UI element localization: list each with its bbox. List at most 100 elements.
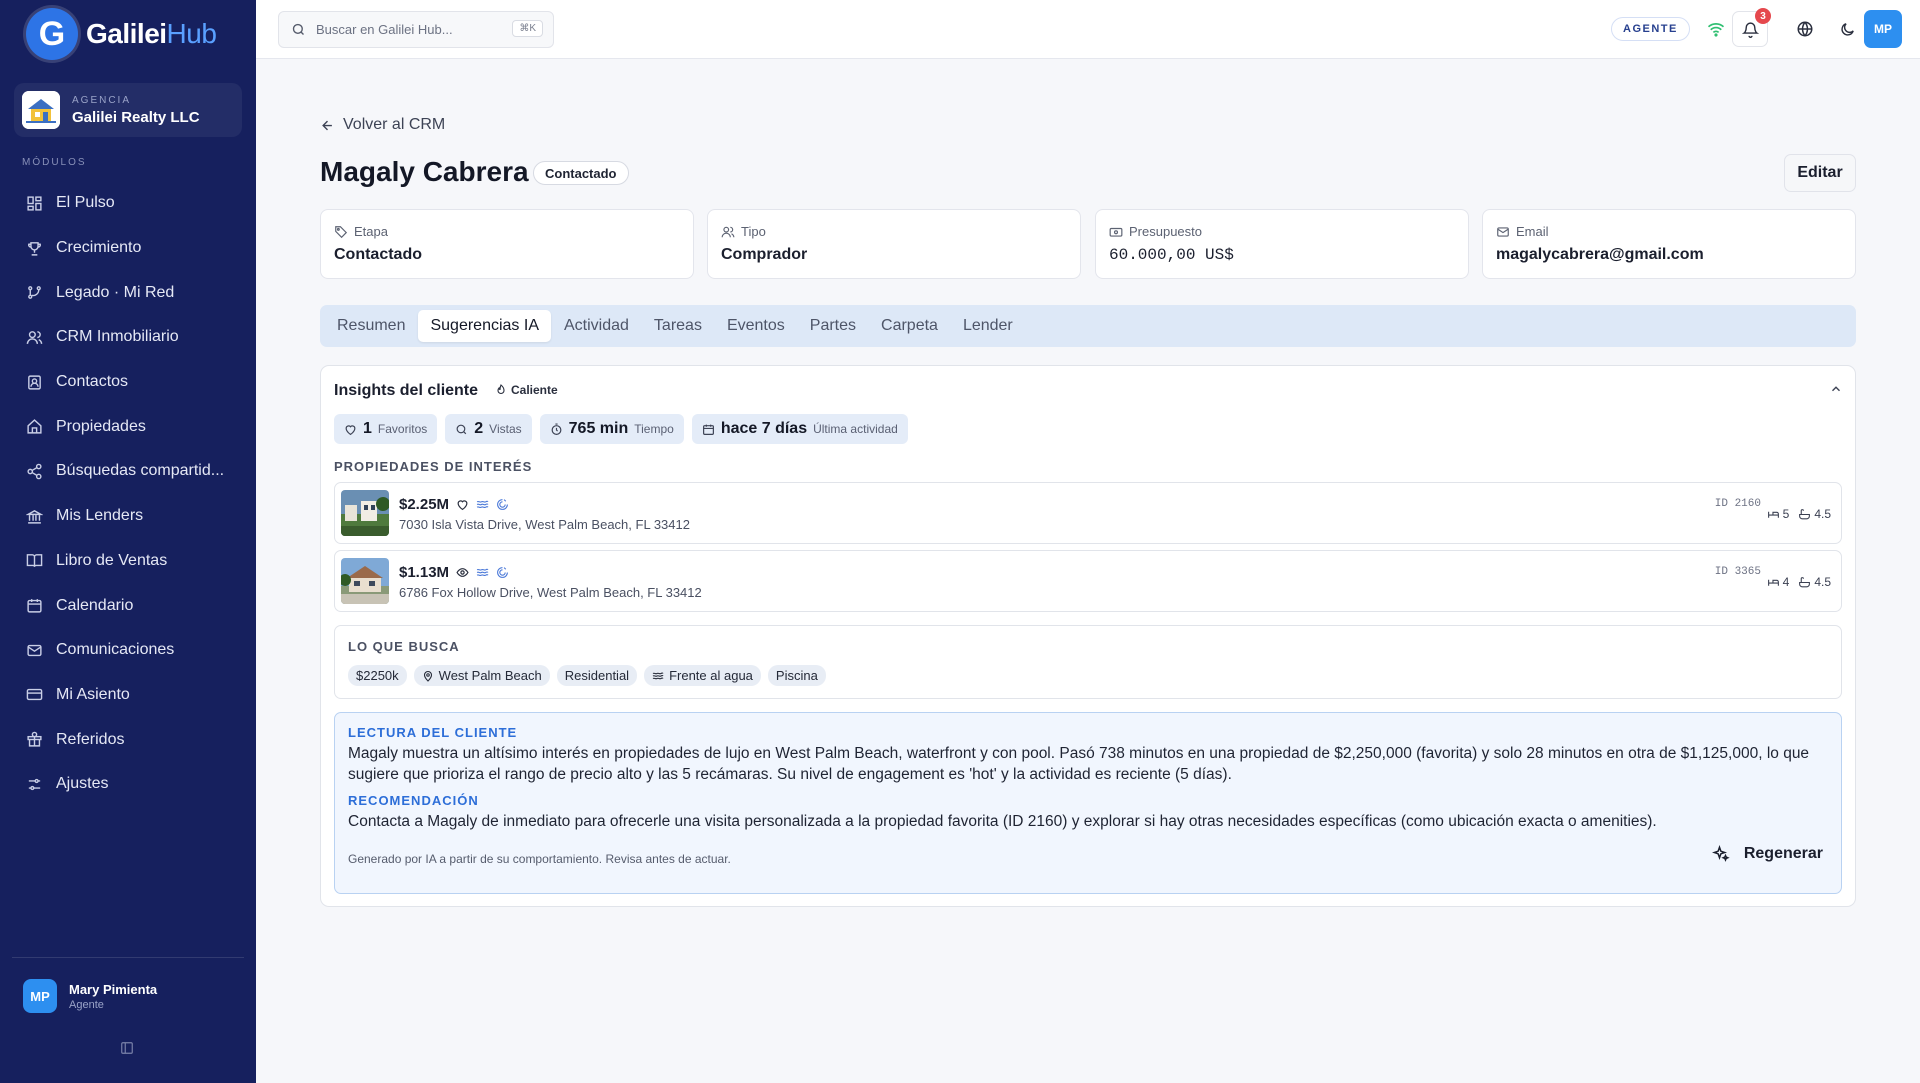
tab-eventos[interactable]: Eventos — [715, 310, 797, 342]
tab-carpeta[interactable]: Carpeta — [869, 310, 950, 342]
mail-icon — [1497, 226, 1509, 237]
sidebar-item-label: Búsquedas compartid... — [56, 462, 225, 480]
sidebar-item-el-pulso[interactable]: El Pulso — [14, 181, 242, 226]
collapse-card-icon[interactable] — [1829, 382, 1843, 396]
kpi-value[interactable]: magalycabrera@gmail.com — [1496, 246, 1842, 264]
reading-caption: LECTURA DEL CLIENTE — [348, 725, 518, 740]
eye-icon — [456, 568, 469, 577]
sidebar-item-lenders[interactable]: Mis Lenders — [14, 494, 242, 539]
calendar-icon — [27, 599, 42, 613]
agency-switcher[interactable]: AGENCIA Galilei Realty LLC — [14, 83, 242, 137]
insight-stats: 1 Favoritos 2 Vistas 765 min Tiempo hace 7 … — [334, 414, 916, 444]
user-profile[interactable]: MP Mary Pimienta Agente — [23, 979, 157, 1013]
chip-pool: Piscina — [767, 665, 826, 686]
sidebar-item-calendario[interactable]: Calendario — [14, 583, 242, 628]
temperature-badge: Caliente — [495, 383, 558, 397]
sidebar-item-crm[interactable]: CRM Inmobiliario — [14, 315, 242, 360]
property-specs: 4 4.5 — [1767, 575, 1831, 589]
sidebar-item-referidos[interactable]: Referidos — [14, 717, 242, 762]
ai-disclaimer: Generado por IA a partir de su comportam… — [348, 852, 731, 866]
sidebar-item-label: Contactos — [56, 373, 129, 391]
sidebar-item-label: Referidos — [56, 730, 125, 748]
sidebar-item-label: Mi Asiento — [56, 685, 130, 703]
stat-vistas: 2 Vistas — [445, 414, 532, 444]
sidebar-divider — [12, 957, 244, 958]
property-row[interactable]: $2.25M 7030 Isla Vista Drive, West Palm … — [334, 482, 1842, 544]
pool-icon — [497, 567, 508, 578]
sidebar-item-legado[interactable]: Legado · Mi Red — [14, 270, 242, 315]
calendar-icon — [702, 424, 714, 435]
sidebar-item-label: Propiedades — [56, 417, 146, 435]
seeks-caption: LO QUE BUSCA — [348, 639, 460, 654]
tab-bar: Resumen Sugerencias IA Actividad Tareas … — [320, 305, 1856, 347]
sidebar-item-label: Crecimiento — [56, 239, 142, 257]
edit-button[interactable]: Editar — [1784, 154, 1856, 192]
stat-tiempo: 765 min Tiempo — [539, 414, 684, 444]
sidebar-item-label: Ajustes — [56, 775, 109, 793]
property-row[interactable]: $1.13M 6786 Fox Hollow Drive, West Palm … — [334, 550, 1842, 612]
tab-resumen[interactable]: Resumen — [325, 310, 417, 342]
mail-icon — [27, 644, 42, 656]
property-thumbnail — [341, 490, 389, 536]
collapse-sidebar-icon[interactable] — [120, 1041, 134, 1055]
bath-icon — [1799, 576, 1811, 587]
kpi-tipo: Tipo Comprador — [707, 209, 1081, 279]
timer-icon — [551, 422, 562, 435]
kpi-value: Contactado — [334, 246, 422, 263]
tab-partes[interactable]: Partes — [798, 310, 868, 342]
kpi-value: Comprador — [721, 246, 808, 263]
chip-budget: $2250k — [348, 665, 407, 686]
search-shortcut: ⌘K — [512, 20, 543, 37]
regenerate-button[interactable]: Regenerar — [1711, 845, 1823, 863]
tab-tareas[interactable]: Tareas — [642, 310, 714, 342]
sidebar-item-ajustes[interactable]: Ajustes — [14, 762, 242, 807]
search-input[interactable]: Buscar en Galilei Hub... ⌘K — [278, 11, 554, 48]
tab-sugerencias-ia[interactable]: Sugerencias IA — [418, 310, 551, 342]
seeks-panel: LO QUE BUSCA $2250k West Palm Beach Resi… — [334, 625, 1842, 699]
property-id: ID 2160 — [1714, 498, 1761, 510]
tab-actividad[interactable]: Actividad — [552, 310, 641, 342]
properties-caption: PROPIEDADES DE INTERÉS — [334, 459, 533, 474]
dark-mode-icon[interactable] — [1835, 17, 1859, 41]
ai-insight-panel: LECTURA DEL CLIENTE Magaly muestra un al… — [334, 712, 1842, 894]
user-name: Mary Pimienta — [69, 981, 158, 997]
globe-icon[interactable] — [1793, 17, 1817, 41]
sidebar-item-libro-ventas[interactable]: Libro de Ventas — [14, 539, 242, 584]
sliders-icon — [28, 778, 41, 790]
sidebar-item-busquedas[interactable]: Búsquedas compartid... — [14, 449, 242, 494]
sidebar-nav: El Pulso Crecimiento Legado · Mi Red CRM… — [14, 181, 242, 807]
property-specs: 5 4.5 — [1767, 507, 1831, 521]
agency-caption: AGENCIA — [72, 94, 132, 106]
back-to-crm-link[interactable]: Volver al CRM — [320, 116, 445, 134]
topbar-avatar[interactable]: MP — [1864, 10, 1902, 48]
sidebar-item-label: CRM Inmobiliario — [56, 328, 179, 346]
bed-icon — [1767, 511, 1779, 518]
search-placeholder: Buscar en Galilei Hub... — [316, 22, 453, 37]
heart-icon — [457, 500, 468, 511]
property-id: ID 3365 — [1714, 566, 1761, 578]
sparkles-icon — [1711, 845, 1730, 862]
bank-icon — [26, 509, 43, 524]
sidebar-item-propiedades[interactable]: Propiedades — [14, 404, 242, 449]
role-badge: AGENTE — [1611, 17, 1690, 41]
client-insights-card: Insights del cliente Caliente 1 Favoritos… — [320, 365, 1856, 907]
map-pin-icon — [423, 670, 432, 682]
status-badge: Contactado — [533, 161, 629, 185]
sidebar: G GalileiHub AGENCIA Galilei Realty LLC … — [0, 0, 256, 1083]
property-address: 6786 Fox Hollow Drive, West Palm Beach, … — [399, 585, 702, 600]
brand-logo[interactable]: G GalileiHub — [26, 8, 217, 60]
waves-icon — [476, 568, 489, 577]
bell-icon — [1741, 21, 1759, 38]
gift-icon — [27, 731, 42, 747]
sidebar-item-contactos[interactable]: Contactos — [14, 360, 242, 405]
tab-lender[interactable]: Lender — [951, 310, 1025, 342]
kpi-value: 60.000,00 US$ — [1109, 246, 1234, 264]
wifi-icon[interactable] — [1704, 17, 1728, 41]
brand-mark-icon: G — [26, 8, 78, 60]
sidebar-item-comunicaciones[interactable]: Comunicaciones — [14, 628, 242, 673]
bed-icon — [1767, 579, 1779, 586]
sidebar-item-crecimiento[interactable]: Crecimiento — [14, 226, 242, 271]
sidebar-item-mi-asiento[interactable]: Mi Asiento — [14, 673, 242, 718]
sidebar-item-label: Mis Lenders — [56, 507, 144, 525]
book-icon — [26, 554, 43, 568]
